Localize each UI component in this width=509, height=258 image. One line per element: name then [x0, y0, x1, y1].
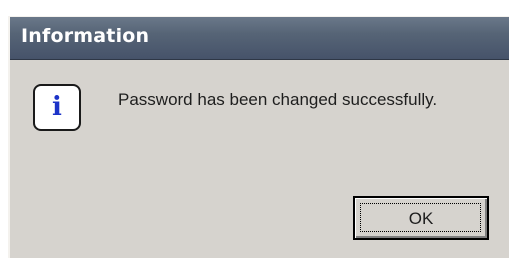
- information-icon: i: [33, 84, 81, 131]
- page: Information i Password has been changed …: [0, 0, 509, 258]
- information-dialog: Information i Password has been changed …: [8, 16, 509, 258]
- information-icon-glyph: i: [52, 92, 62, 122]
- dialog-message: Password has been changed successfully.: [118, 90, 438, 109]
- ok-button-label: OK: [408, 209, 434, 228]
- dialog-title: Information: [21, 25, 150, 47]
- ok-button[interactable]: OK: [353, 196, 489, 240]
- title-bar[interactable]: Information: [10, 17, 509, 60]
